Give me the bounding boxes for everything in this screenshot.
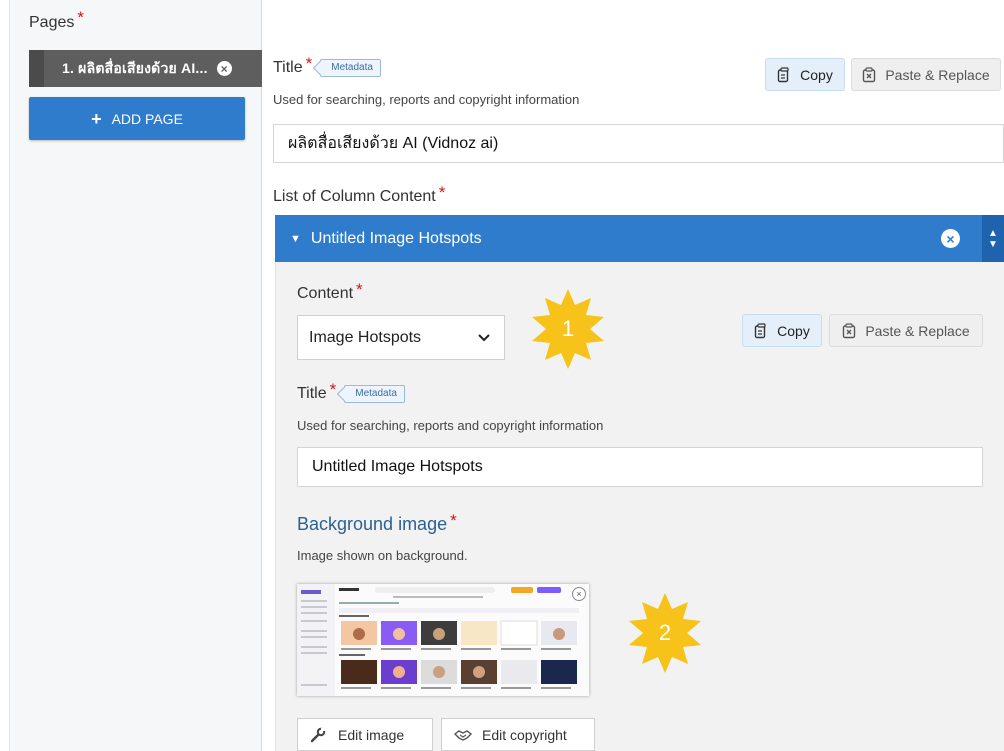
inner-title-label-text: Title [297,385,327,402]
title-help: Used for searching, reports and copyrigh… [273,92,580,107]
paste-icon [862,66,876,83]
paste-icon [842,322,856,339]
remove-image-icon[interactable]: × [572,587,586,601]
metadata-tag[interactable]: Metadata [320,59,381,77]
copy-icon [777,66,791,83]
pages-label-text: Pages [29,14,75,31]
edit-copyright-button[interactable]: Edit copyright [441,718,595,751]
add-page-label: ADD PAGE [111,110,183,127]
handshake-icon [454,728,472,742]
title-label-text: Title [273,59,303,76]
plus-icon: + [91,108,102,129]
pages-label: Pages * [29,8,84,32]
content-label: Content * [297,280,363,304]
edit-image-label: Edit image [338,726,405,743]
required-mark: * [356,280,363,299]
add-page-button[interactable]: + ADD PAGE [29,97,245,140]
metadata-tag[interactable]: Metadata [344,385,405,403]
badge-number: 1 [561,316,575,341]
title-label: Title * Metadata [273,54,381,78]
required-mark: * [438,183,446,202]
select-value: Image Hotspots [309,328,422,346]
copy-icon [754,322,768,339]
content-paste-replace-button[interactable]: Paste & Replace [829,314,983,347]
thumbnail-screenshot-image [297,584,589,696]
editor-page: Pages * 1. ผลิตสื่อเสียงด้วย AI... × + AD… [0,0,1004,751]
move-up-icon[interactable]: ▲ [988,228,998,239]
background-image-label-text: Background image [297,514,448,534]
annotation-badge-1: 1 [528,289,608,369]
content-group-header[interactable]: ▼ Untitled Image Hotspots × ▲ ▼ [275,215,1004,262]
copy-label: Copy [777,322,810,339]
background-image-thumbnail[interactable]: × [297,584,589,696]
content-label-text: Content [297,285,354,302]
paste-label: Paste & Replace [885,66,990,83]
paste-label: Paste & Replace [865,322,970,339]
copy-label: Copy [800,66,833,83]
background-image-label: Background image * [297,510,457,535]
wrench-icon [310,727,326,743]
inner-title-input[interactable]: Untitled Image Hotspots [297,447,983,487]
content-group-title: Untitled Image Hotspots [310,229,482,247]
required-mark: * [329,380,337,399]
background-image-help: Image shown on background. [297,548,468,563]
edit-copyright-label: Edit copyright [482,726,567,743]
copy-button[interactable]: Copy [765,58,845,91]
required-mark: * [305,54,313,73]
content-type-select[interactable]: Image Hotspots [297,315,505,360]
inner-title-label: Title * Metadata [297,380,405,404]
badge-number: 2 [658,620,672,645]
chevron-down-icon [478,329,490,347]
title-input[interactable]: ผลิตสื่อเสียงด้วย AI (Vidnoz ai) [273,124,1004,163]
content-copy-button[interactable]: Copy [742,314,822,347]
inner-title-help: Used for searching, reports and copyrigh… [297,418,604,433]
edit-image-button[interactable]: Edit image [297,718,433,751]
page-tab-label: 1. ผลิตสื่อเสียงด้วย AI... [62,59,208,76]
collapse-caret-icon[interactable]: ▼ [290,233,301,245]
column-content-label: List of Column Content * [273,183,445,207]
required-mark: * [450,510,457,530]
remove-page-icon[interactable]: × [216,61,232,76]
left-edge [0,0,10,751]
page-tab-1[interactable]: 1. ผลิตสื่อเสียงด้วย AI... × [29,50,262,87]
reorder-arrows: ▲ ▼ [982,215,1004,262]
move-down-icon[interactable]: ▼ [988,239,998,250]
annotation-badge-2: 2 [625,593,705,673]
required-mark: * [77,8,84,27]
column-content-label-text: List of Column Content [273,188,436,205]
paste-replace-button[interactable]: Paste & Replace [851,58,1001,91]
remove-group-icon[interactable]: × [941,229,960,248]
drag-handle[interactable] [29,50,44,87]
